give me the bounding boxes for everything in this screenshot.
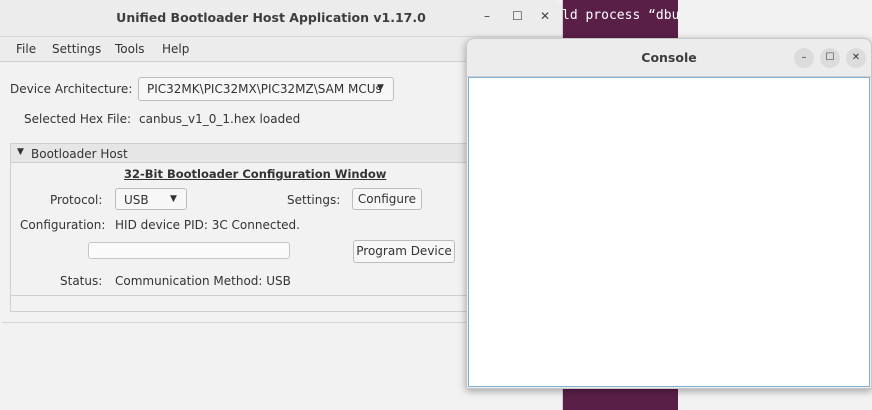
- device-architecture-label: Device Architecture:: [10, 82, 133, 96]
- maximize-icon[interactable]: ☐: [820, 48, 840, 68]
- configure-button[interactable]: Configure: [352, 188, 422, 210]
- close-icon[interactable]: ✕: [846, 48, 866, 68]
- configuration-window-title: 32-Bit Bootloader Configuration Window: [124, 167, 387, 181]
- chevron-down-icon: ▼: [170, 194, 177, 204]
- progress-bar: [88, 242, 290, 259]
- menu-tools[interactable]: Tools: [115, 42, 145, 56]
- program-device-button[interactable]: Program Device: [353, 240, 455, 263]
- main-titlebar[interactable]: Unified Bootloader Host Application v1.1…: [0, 0, 562, 37]
- minimize-icon[interactable]: –: [794, 48, 814, 68]
- terminal-text: ld process “dbu: [562, 8, 678, 23]
- settings-label: Settings:: [287, 193, 341, 207]
- protocol-value: USB: [124, 193, 149, 207]
- configuration-value: HID device PID: 3C Connected.: [115, 218, 300, 232]
- collapse-triangle-icon: ▼: [17, 147, 24, 157]
- console-window: Console – ☐ ✕: [466, 38, 872, 389]
- close-icon[interactable]: ✕: [540, 9, 550, 23]
- menu-settings[interactable]: Settings: [52, 42, 101, 56]
- window-title: Unified Bootloader Host Application v1.1…: [116, 10, 426, 25]
- console-titlebar[interactable]: Console – ☐ ✕: [467, 39, 871, 77]
- configuration-label: Configuration:: [20, 218, 106, 232]
- menu-file[interactable]: File: [16, 42, 36, 56]
- protocol-label: Protocol:: [50, 193, 103, 207]
- status-label: Status:: [60, 274, 103, 288]
- panel-header-label: Bootloader Host: [31, 147, 128, 161]
- menu-help[interactable]: Help: [162, 42, 189, 56]
- minimize-icon[interactable]: –: [484, 9, 490, 23]
- hex-file-value: canbus_v1_0_1.hex loaded: [139, 112, 301, 126]
- chevron-down-icon: ▼: [377, 83, 384, 93]
- device-architecture-value: PIC32MK\PIC32MX\PIC32MZ\SAM MCUs: [147, 82, 382, 96]
- device-architecture-select[interactable]: PIC32MK\PIC32MX\PIC32MZ\SAM MCUs ▼: [138, 77, 394, 101]
- hex-file-label: Selected Hex File:: [24, 112, 132, 126]
- console-output[interactable]: [468, 77, 870, 387]
- protocol-select[interactable]: USB ▼: [115, 188, 187, 210]
- status-value: Communication Method: USB: [115, 274, 291, 288]
- maximize-icon[interactable]: ☐: [512, 9, 523, 23]
